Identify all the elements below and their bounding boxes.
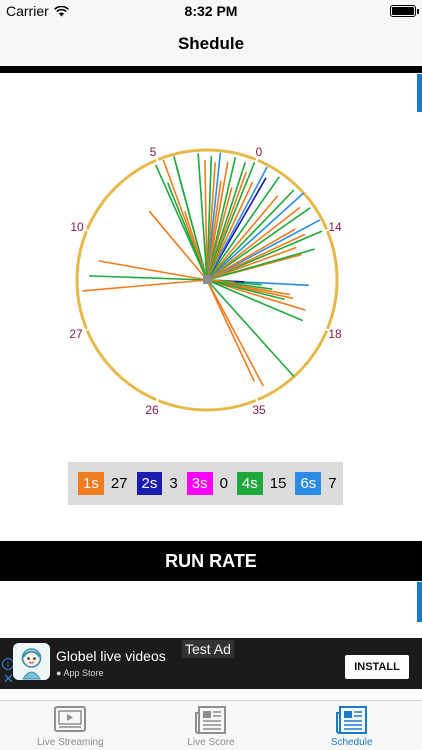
battery-icon (390, 5, 419, 17)
apple-icon: ● (56, 668, 62, 678)
status-bar: Carrier 8:32 PM (0, 0, 422, 22)
field-label-18: 18 (328, 327, 342, 341)
pitch-marker (203, 275, 212, 284)
schedule-screen: Carrier 8:32 PM Shedule 5 0 10 14 27 18 … (0, 0, 422, 750)
ad-store: ● App Store (56, 668, 103, 678)
legend-item-3s: 3s 0 (186, 472, 228, 495)
page-title: Shedule (177, 34, 245, 53)
newspaper-icon (195, 706, 226, 734)
tab-live-score[interactable]: Live Score (141, 701, 282, 750)
page-indicator-top (417, 74, 422, 112)
tab-label-live-score: Live Score (187, 737, 235, 748)
tab-label-schedule: Schedule (330, 737, 373, 748)
ad-app-logo[interactable] (13, 643, 50, 680)
legend-item-1s: 1s 27 (78, 472, 128, 495)
shot-line (82, 279, 208, 292)
field-label-5: 5 (150, 145, 157, 159)
ad-store-label: App Store (63, 668, 104, 678)
legend-item-2s: 2s 3 (136, 472, 178, 495)
install-button[interactable]: INSTALL (345, 655, 409, 679)
test-ad-badge: Test Ad (182, 640, 234, 658)
legend-swatch-3s: 3s (186, 472, 213, 495)
run-rate-title: RUN RATE (165, 551, 257, 571)
field-label-14: 14 (328, 220, 342, 234)
video-player-icon (54, 706, 87, 732)
legend-item-4s: 4s 15 (236, 472, 287, 495)
field-label-10: 10 (70, 220, 84, 234)
legend-swatch-1s: 1s (78, 472, 104, 495)
navigation-bar: Shedule (0, 22, 422, 66)
page-indicator-bottom (417, 582, 422, 622)
ad-banner[interactable]: Test Ad i ✕ Globel live videos ● App Sto… (0, 638, 422, 689)
legend-count-2s: 3 (169, 475, 178, 492)
legend-item-6s: 6s 7 (295, 472, 337, 495)
tab-schedule[interactable]: Schedule (281, 701, 422, 750)
legend-count-6s: 7 (328, 475, 337, 492)
wagon-wheel-chart: 5 0 10 14 27 18 26 35 (69, 145, 342, 417)
tab-label-live-streaming: Live Streaming (36, 737, 104, 748)
shot-lines (82, 152, 323, 387)
tab-live-streaming[interactable]: Live Streaming (0, 701, 141, 750)
field-label-0: 0 (256, 145, 263, 159)
status-time: 8:32 PM (184, 3, 238, 19)
legend-count-3s: 0 (219, 475, 228, 492)
legend-swatch-2s: 2s (136, 472, 163, 495)
schedule-newspaper-icon (335, 706, 367, 734)
ad-title: Globel live videos (56, 648, 166, 664)
field-label-27: 27 (69, 327, 83, 341)
legend-count-1s: 27 (110, 475, 128, 492)
shot-line (206, 279, 256, 382)
shot-legend: 1s 27 2s 3 3s 0 4s 15 6s 7 (68, 462, 343, 505)
field-label-35: 35 (252, 403, 266, 417)
legend-swatch-4s: 4s (236, 472, 263, 495)
field-label-26: 26 (145, 403, 159, 417)
legend-count-4s: 15 (269, 475, 287, 492)
nav-divider (0, 66, 422, 73)
legend-swatch-6s: 6s (295, 472, 322, 495)
tab-bar: Live Streaming Live Score Schedule (0, 700, 422, 750)
baby-mascot-icon (13, 643, 50, 680)
run-rate-header: RUN RATE (0, 541, 422, 581)
